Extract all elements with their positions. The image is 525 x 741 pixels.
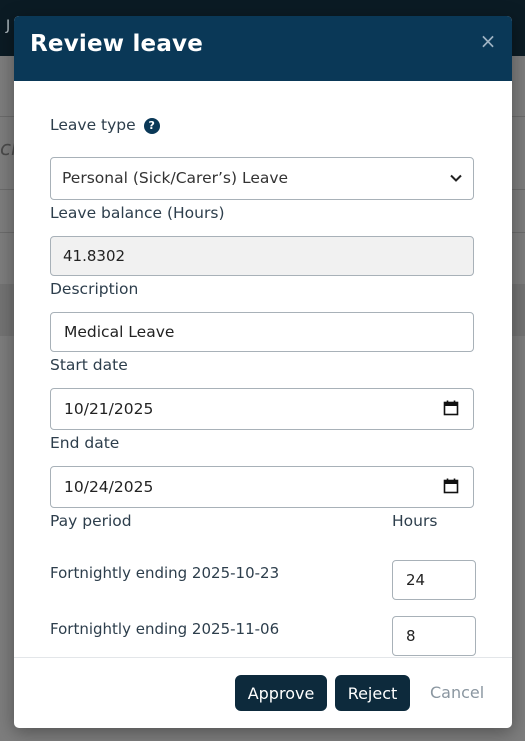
start-date-input[interactable]: 10/21/2025 — [50, 388, 474, 430]
end-date-value: 10/24/2025 — [64, 478, 154, 496]
help-icon[interactable]: ? — [143, 118, 160, 134]
pay-period-header: Pay period — [50, 512, 132, 530]
dialog-header: Review leave × — [14, 16, 512, 81]
leave-balance-field: 41.8302 — [50, 236, 474, 276]
hours-value-row-1: 24 — [406, 571, 426, 589]
leave-type-label-text: Leave type — [50, 116, 136, 134]
description-label: Description — [50, 280, 139, 298]
review-leave-dialog: Review leave × Leave type? Personal (Sic… — [14, 16, 512, 728]
chevron-down-icon — [450, 174, 462, 182]
cancel-button[interactable]: Cancel — [430, 675, 484, 711]
end-date-input[interactable]: 10/24/2025 — [50, 466, 474, 508]
end-date-label: End date — [50, 434, 120, 452]
dialog-title: Review leave — [30, 31, 204, 57]
leave-type-value: Personal (Sick/Carer’s) Leave — [62, 169, 289, 187]
reject-button[interactable]: Reject — [335, 675, 410, 711]
hours-input-row-1[interactable]: 24 — [392, 560, 476, 600]
hours-value-row-2: 8 — [406, 627, 416, 645]
background-topbar-text: J — [6, 18, 11, 34]
description-input[interactable]: Medical Leave — [50, 312, 474, 352]
footer-divider — [14, 657, 512, 658]
start-date-value: 10/21/2025 — [64, 400, 154, 418]
calendar-icon[interactable] — [443, 478, 459, 494]
hours-header: Hours — [392, 512, 438, 530]
start-date-label: Start date — [50, 356, 128, 374]
pay-period-row-2: Fortnightly ending 2025-11-06 — [50, 620, 280, 638]
leave-type-label: Leave type? — [50, 116, 160, 134]
calendar-icon[interactable] — [443, 400, 459, 416]
approve-button[interactable]: Approve — [235, 675, 327, 711]
close-button[interactable]: × — [478, 30, 498, 52]
hours-input-row-2[interactable]: 8 — [392, 616, 476, 656]
description-value: Medical Leave — [64, 323, 175, 341]
leave-balance-label: Leave balance (Hours) — [50, 204, 225, 222]
leave-balance-value: 41.8302 — [63, 247, 126, 265]
leave-type-select[interactable]: Personal (Sick/Carer’s) Leave — [50, 157, 474, 200]
pay-period-row-1: Fortnightly ending 2025-10-23 — [50, 564, 280, 582]
